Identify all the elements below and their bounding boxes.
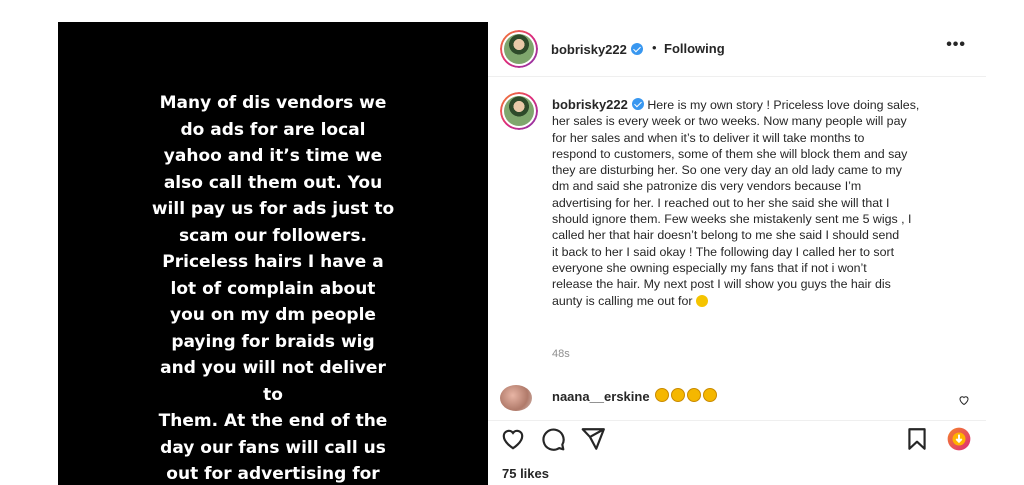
post-header: bobrisky222 • Following ••• (488, 22, 986, 77)
grinning-emoji-icon (695, 294, 708, 307)
comment-like-icon[interactable] (958, 394, 970, 406)
clap-emoji-icon (655, 388, 670, 402)
caption-username[interactable]: bobrisky222 (552, 97, 628, 112)
caption-body: bobrisky222 Here is my own story ! Price… (552, 97, 972, 309)
clap-emoji-icon (671, 388, 686, 402)
heart-icon[interactable] (500, 426, 526, 452)
post-timestamp[interactable]: 48s (552, 348, 570, 360)
share-icon[interactable] (580, 426, 606, 452)
more-options-button[interactable]: ••• (946, 36, 966, 54)
username-link[interactable]: bobrisky222 (551, 42, 627, 57)
following-button[interactable]: Following (664, 41, 725, 56)
likes-count[interactable]: 75 likes (502, 466, 549, 481)
verified-icon (630, 43, 643, 55)
post-image: Many of dis vendors we do ads for are lo… (58, 22, 488, 485)
separator-dot: • (652, 40, 657, 55)
clap-emoji-icon (703, 388, 718, 402)
clap-emoji-icon (687, 388, 702, 402)
action-bar (488, 420, 986, 455)
story-text: Many of dis vendors we do ads for are lo… (151, 93, 395, 484)
caption-text: Here is my own story ! Priceless love do… (552, 98, 920, 308)
comment-content: naana__erskine (552, 388, 718, 404)
post-side-panel: bobrisky222 • Following ••• bobrisky222 … (488, 22, 986, 485)
verified-icon (631, 98, 644, 110)
commenter-username[interactable]: naana__erskine (552, 389, 650, 404)
live-badge-icon[interactable] (946, 426, 972, 452)
bookmark-icon[interactable] (904, 426, 930, 452)
commenter-avatar[interactable] (500, 385, 532, 411)
comment-icon[interactable] (540, 426, 566, 452)
comment-row: naana__erskine (500, 382, 980, 412)
avatar[interactable] (500, 30, 538, 68)
header-username-row: bobrisky222 (551, 41, 643, 59)
caption-avatar[interactable] (500, 92, 538, 130)
